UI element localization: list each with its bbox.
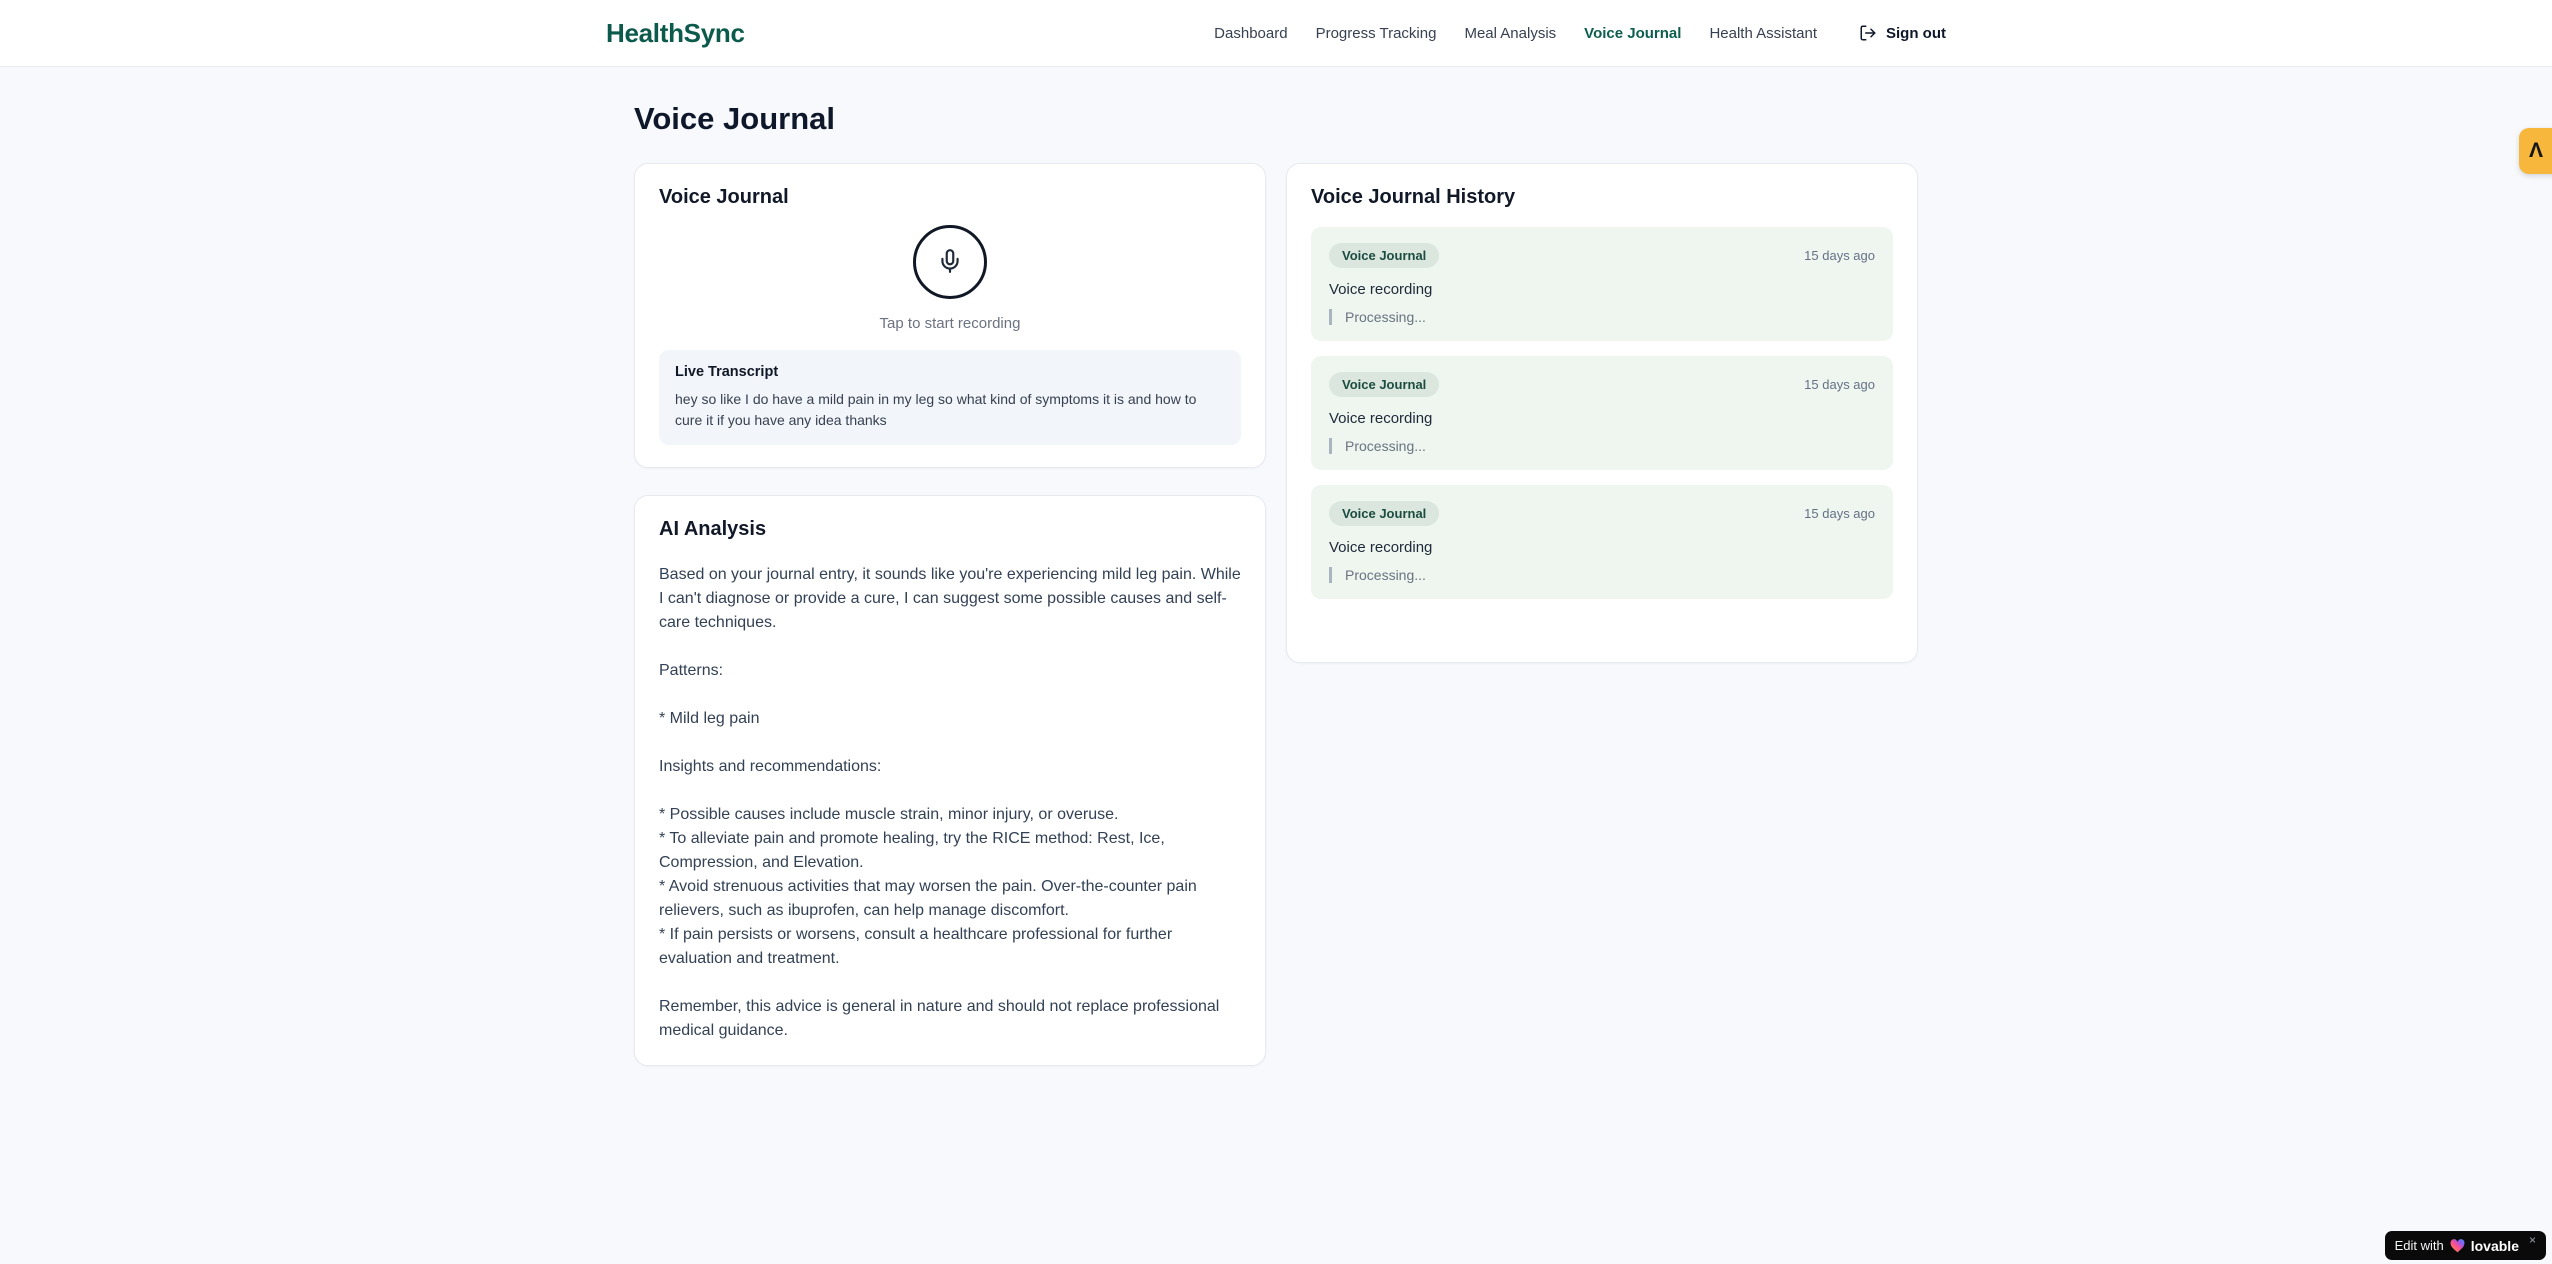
left-column: Voice Journal Tap to start recording Liv… — [634, 163, 1266, 1066]
history-card-title: Voice Journal History — [1311, 186, 1516, 208]
main-content: Voice Journal Voice Journal Tap to start… — [634, 67, 1918, 1066]
recorder-card-title: Voice Journal — [659, 186, 789, 208]
nav-item-progress-tracking[interactable]: Progress Tracking — [1316, 25, 1437, 42]
content-grid: Voice Journal Tap to start recording Liv… — [634, 163, 1918, 1066]
entry-timestamp: 15 days ago — [1804, 248, 1875, 263]
ai-analysis-title: AI Analysis — [659, 518, 767, 540]
entry-processing-status: Processing... — [1329, 438, 1875, 454]
entry-title: Voice recording — [1329, 281, 1433, 298]
history-entry-header: Voice Journal 15 days ago — [1329, 243, 1875, 268]
entry-type-badge: Voice Journal — [1329, 243, 1440, 268]
entry-title: Voice recording — [1329, 410, 1433, 427]
page-title: Voice Journal — [634, 101, 835, 136]
entry-type-badge: Voice Journal — [1329, 372, 1440, 397]
record-button[interactable] — [913, 225, 987, 299]
entry-title: Voice recording — [1329, 539, 1433, 556]
entry-timestamp: 15 days ago — [1804, 377, 1875, 392]
close-icon[interactable]: × — [2529, 1233, 2536, 1247]
live-transcript-title: Live Transcript — [675, 364, 779, 380]
entry-type-badge: Voice Journal — [1329, 501, 1440, 526]
right-column: Voice Journal History Voice Journal 15 d… — [1286, 163, 1918, 663]
history-entry[interactable]: Voice Journal 15 days ago Voice recordin… — [1311, 485, 1893, 599]
main-nav: Dashboard Progress Tracking Meal Analysi… — [1214, 24, 1946, 42]
entry-timestamp: 15 days ago — [1804, 506, 1875, 521]
edit-with-label: Edit with — [2394, 1238, 2444, 1253]
lovable-mark-icon: Λ — [2528, 139, 2543, 162]
live-transcript-panel: Live Transcript hey so like I do have a … — [659, 350, 1241, 445]
lovable-brand-label: lovable — [2470, 1237, 2519, 1254]
history-entry[interactable]: Voice Journal 15 days ago Voice recordin… — [1311, 227, 1893, 341]
edit-with-lovable-badge[interactable]: Edit with lovable × — [2384, 1231, 2546, 1260]
nav-item-meal-analysis[interactable]: Meal Analysis — [1464, 25, 1556, 42]
live-transcript-text: hey so like I do have a mild pain in my … — [675, 391, 1197, 428]
sign-out-button[interactable]: Sign out — [1859, 24, 1946, 42]
tap-to-record-hint: Tap to start recording — [879, 315, 1021, 332]
brand-logo[interactable]: HealthSync — [606, 18, 745, 49]
nav-item-health-assistant[interactable]: Health Assistant — [1709, 25, 1817, 42]
app-header: HealthSync Dashboard Progress Tracking M… — [0, 0, 2552, 67]
nav-item-voice-journal[interactable]: Voice Journal — [1584, 25, 1681, 42]
history-entry[interactable]: Voice Journal 15 days ago Voice recordin… — [1311, 356, 1893, 470]
voice-recorder-card: Voice Journal Tap to start recording Liv… — [634, 163, 1266, 468]
ai-analysis-body: Based on your journal entry, it sounds l… — [659, 566, 1241, 1039]
header-inner: HealthSync Dashboard Progress Tracking M… — [606, 0, 1946, 66]
ai-analysis-card: AI Analysis Based on your journal entry,… — [634, 495, 1266, 1066]
nav-item-dashboard[interactable]: Dashboard — [1214, 25, 1287, 42]
sign-out-label: Sign out — [1886, 24, 1946, 42]
lovable-heart-icon — [2450, 1238, 2465, 1253]
log-out-icon — [1859, 24, 1877, 42]
history-entry-header: Voice Journal 15 days ago — [1329, 501, 1875, 526]
entry-processing-status: Processing... — [1329, 567, 1875, 583]
voice-journal-history-card: Voice Journal History Voice Journal 15 d… — [1286, 163, 1918, 663]
history-entry-header: Voice Journal 15 days ago — [1329, 372, 1875, 397]
microphone-icon — [937, 248, 963, 277]
lovable-side-button[interactable]: Λ — [2519, 128, 2552, 174]
entry-processing-status: Processing... — [1329, 309, 1875, 325]
